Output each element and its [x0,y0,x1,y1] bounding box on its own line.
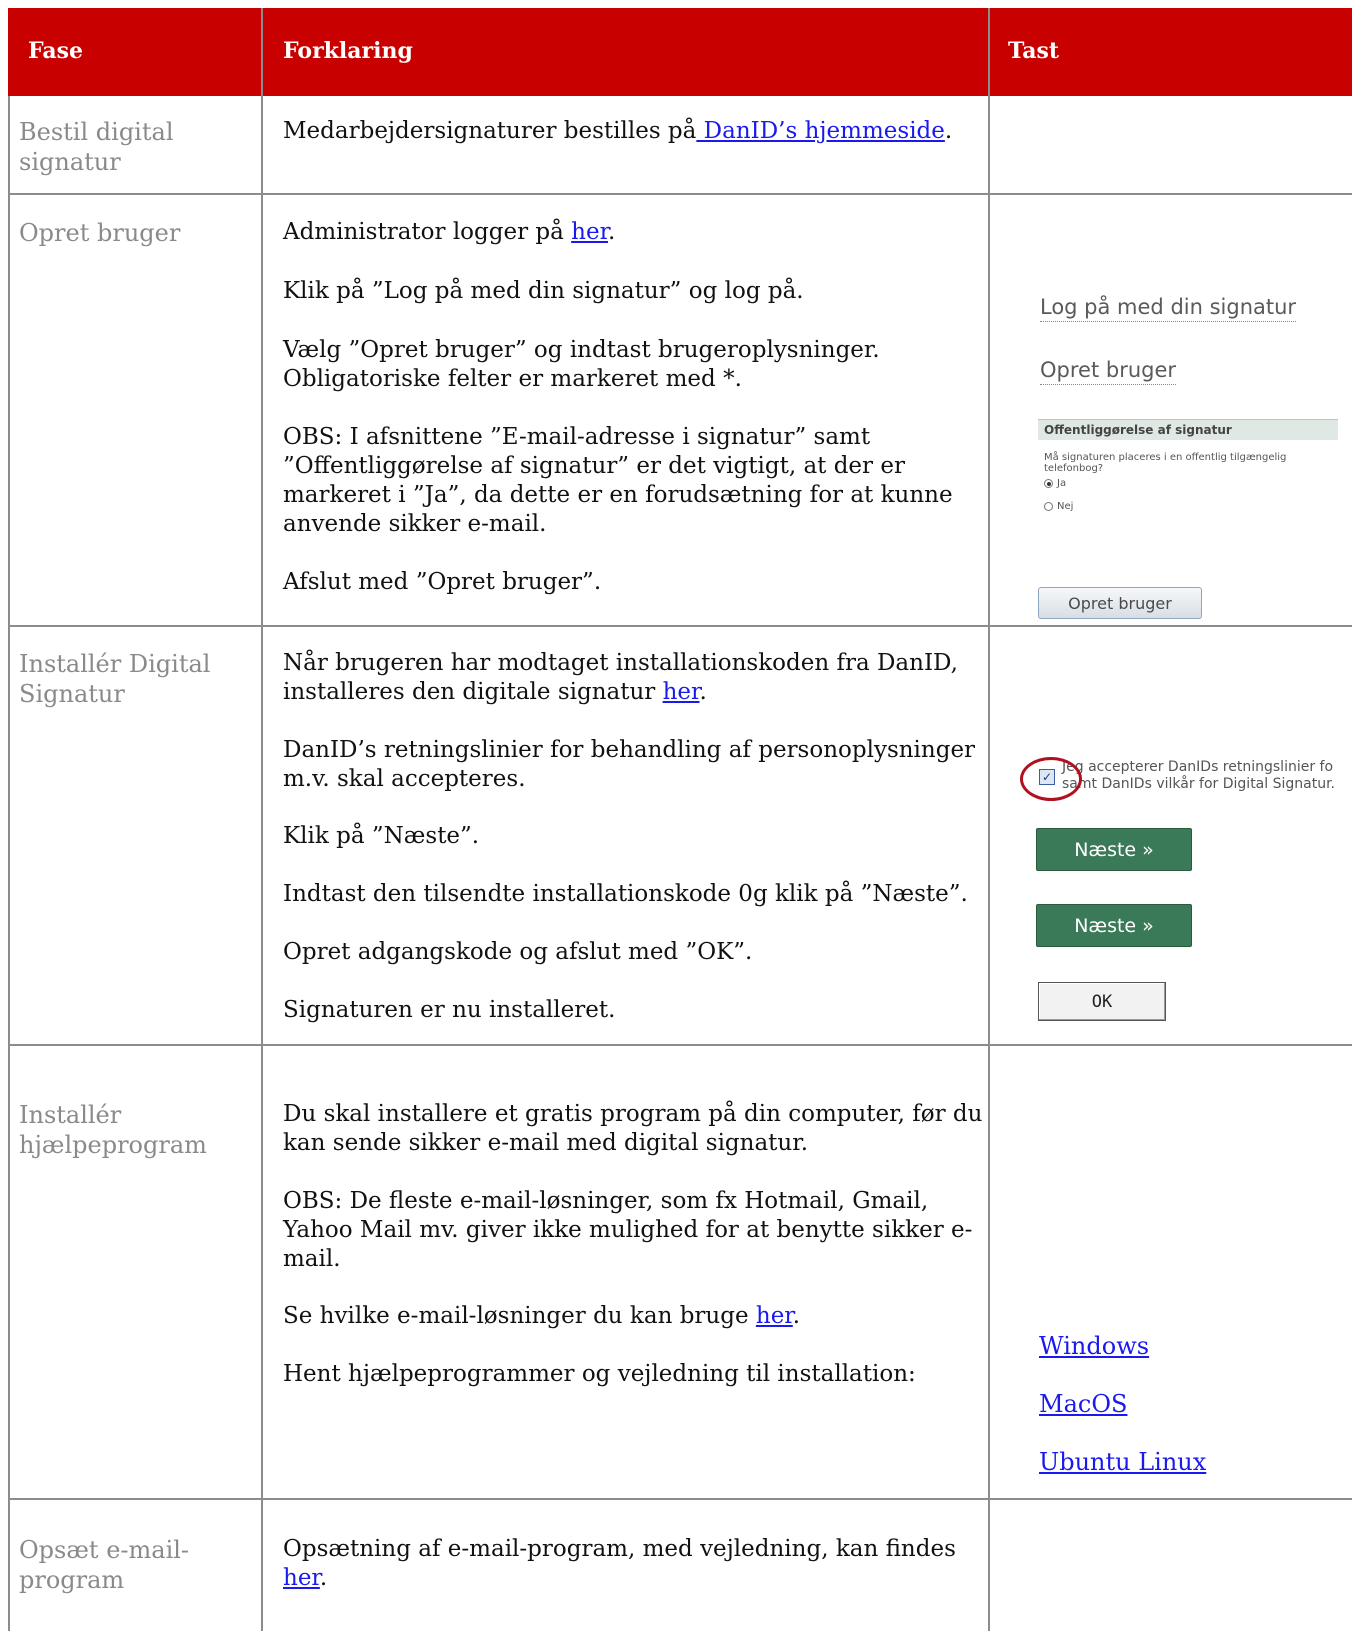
radio-nej[interactable]: Nej [1044,501,1338,512]
row-text: Administrator logger på her. [283,218,1003,247]
header-forklaring: Forklaring [283,38,413,64]
fase-opret: Opret bruger [19,219,181,247]
offentlig-question: Må signaturen placeres i en offentlig ti… [1044,452,1287,474]
macos-link[interactable]: MacOS [1039,1390,1127,1418]
column-divider [261,8,263,1631]
log-pa-signatur-link[interactable]: Log på med din signatur [1040,295,1297,322]
row-text: Hent hjælpeprogrammer og vejledning til … [283,1361,916,1387]
row-text: Opsætning af e-mail-program, med vejledn… [283,1535,1003,1593]
opret-bruger-button[interactable]: Opret bruger [1038,587,1202,619]
naeste-button-2[interactable]: Næste » [1036,904,1192,947]
header-tast: Tast [1008,38,1060,64]
offentliggorelse-panel: Offentliggørelse af signatur Må signatur… [1038,419,1338,524]
fase-opsaet-email: Opsæt e-mail-program [19,1536,190,1594]
row-text: Indtast den tilsendte installationskode … [283,881,968,907]
row-text-part: Når brugeren har modtaget installationsk… [283,650,958,705]
fase-bestil: Bestil digital signatur [19,118,174,176]
row-divider [8,625,1352,627]
accept-line2: samt DanIDs vilkår for Digital Signatur. [1062,776,1335,792]
windows-link[interactable]: Windows [1039,1332,1149,1360]
row-text: OBS: I afsnittene ”E-mail-adresse i sign… [283,424,953,537]
fase-installer-signatur: Installér Digital Signatur [19,650,211,708]
email-solutions-link[interactable]: her [756,1303,793,1329]
row-text: Afslut med ”Opret bruger”. [283,569,602,595]
header-fase: Fase [28,38,84,64]
row-text: Signaturen er nu installeret. [283,997,616,1023]
naeste-button-1[interactable]: Næste » [1036,828,1192,871]
row-divider [8,1498,1352,1500]
row-text-part: . [944,118,953,144]
row-text-part: . [792,1303,801,1329]
row-text: Klik på ”Næste”. [283,823,480,849]
radio-checked-icon[interactable] [1044,479,1053,488]
table-border-left [8,96,10,1631]
row-text-part: Opsætning af e-mail-program, med vejledn… [283,1536,956,1562]
row-text: OBS: De fleste e-mail-løsninger, som fx … [283,1188,973,1272]
row-text: Vælg ”Opret bruger” og indtast brugeropl… [283,337,880,392]
row-text: Du skal installere et gratis program på … [283,1101,983,1156]
ok-button[interactable]: OK [1038,982,1166,1021]
radio-unchecked-icon[interactable] [1044,502,1053,511]
row-divider [8,1044,1352,1046]
install-signature-link[interactable]: her [663,679,700,705]
row-text-part: . [608,219,616,245]
row-text: Se hvilke e-mail-løsninger du kan bruge … [283,1302,1003,1331]
accept-text: Jeg accepterer DanIDs retningslinier fo s… [1062,759,1335,793]
ubuntu-linux-link[interactable]: Ubuntu Linux [1039,1448,1206,1476]
offentlig-title: Offentliggørelse af signatur [1038,419,1338,440]
row-text-part: Se hvilke e-mail-løsninger du kan bruge [283,1303,756,1329]
danid-homepage-link[interactable]: DanID’s hjemmeside [696,118,945,144]
accept-terms-snippet: ✓ Jeg accepterer DanIDs retningslinier f… [1020,757,1350,809]
row-divider [8,193,1352,195]
row-text-part: Administrator logger på [283,219,572,245]
table-header: Fase Forklaring Tast [8,8,1352,96]
row-text: Klik på ”Log på med din signatur” og log… [283,278,804,304]
email-setup-link[interactable]: her [283,1565,320,1591]
row-text: Når brugeren har modtaget installationsk… [283,649,1003,707]
fase-installer-hjaelpeprogram: Installér hjælpeprogram [19,1101,207,1159]
row-text-part: Medarbejdersignaturer bestilles på [283,118,697,144]
opret-bruger-link[interactable]: Opret bruger [1040,358,1177,385]
admin-login-link[interactable]: her [571,219,608,245]
accept-line1: Jeg accepterer DanIDs retningslinier fo [1062,759,1334,775]
radio-ja[interactable]: Ja [1044,478,1338,489]
radio-ja-label: Ja [1057,478,1067,489]
row-text-part: . [699,679,707,705]
row-text: Medarbejdersignaturer bestilles på DanID… [283,117,1003,146]
row-text: DanID’s retningslinier for behandling af… [283,737,976,792]
row-text-part: . [319,1565,328,1591]
row-text: Opret adgangskode og afslut med ”OK”. [283,939,753,965]
highlight-circle [1020,757,1082,801]
radio-nej-label: Nej [1057,501,1074,512]
